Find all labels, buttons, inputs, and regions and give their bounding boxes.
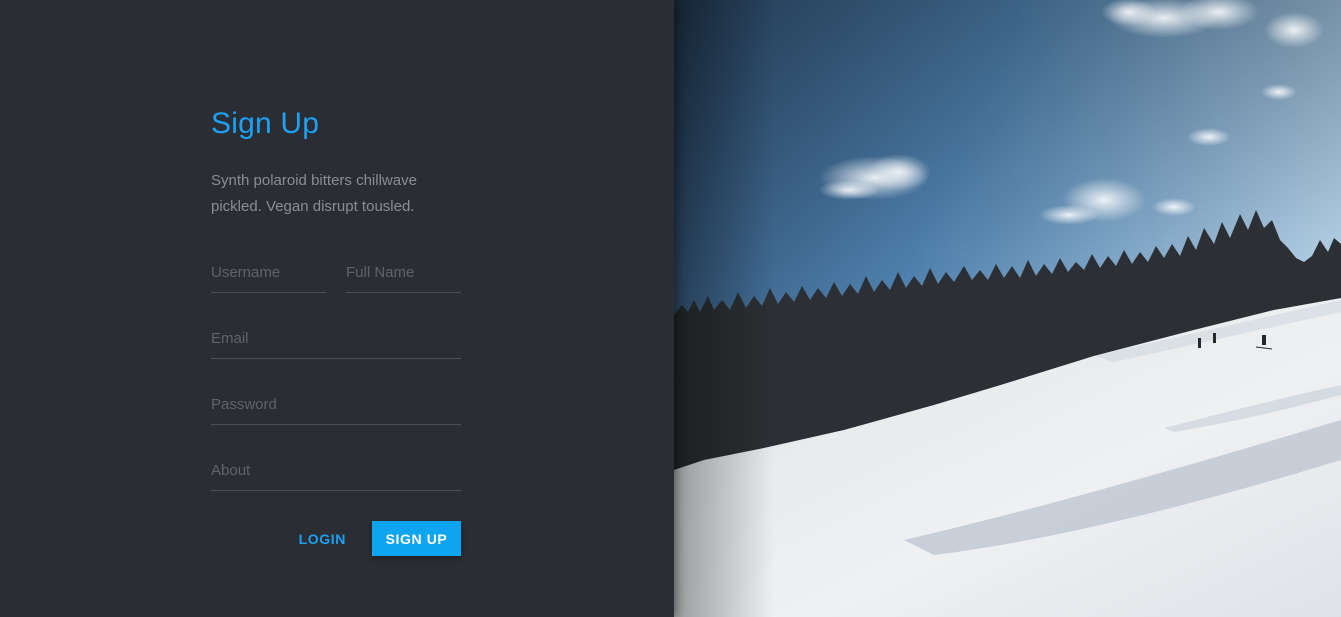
signup-panel: Sign Up Synth polaroid bitters chillwave… [0,0,674,617]
signup-button[interactable]: SIGN UP [372,521,461,556]
username-input[interactable] [211,253,326,291]
password-input[interactable] [211,385,461,423]
signup-form: Sign Up Synth polaroid bitters chillwave… [211,104,461,556]
about-field-wrapper [211,450,461,491]
signup-page: Sign Up Synth polaroid bitters chillwave… [0,0,1341,617]
form-actions: LOGIN SIGN UP [211,521,461,556]
page-title: Sign Up [211,107,320,140]
password-field-wrapper [211,384,461,425]
email-field-wrapper [211,318,461,359]
about-input[interactable] [211,451,461,489]
username-field-wrapper [211,252,326,293]
login-button[interactable]: LOGIN [285,521,360,556]
ski-slope-illustration [674,0,1341,617]
fullname-field-wrapper [346,252,461,293]
fullname-input[interactable] [346,253,461,291]
signup-description: Synth polaroid bitters chillwave pickled… [211,172,417,215]
hero-image [674,0,1341,617]
email-input[interactable] [211,319,461,357]
name-row [211,220,461,293]
